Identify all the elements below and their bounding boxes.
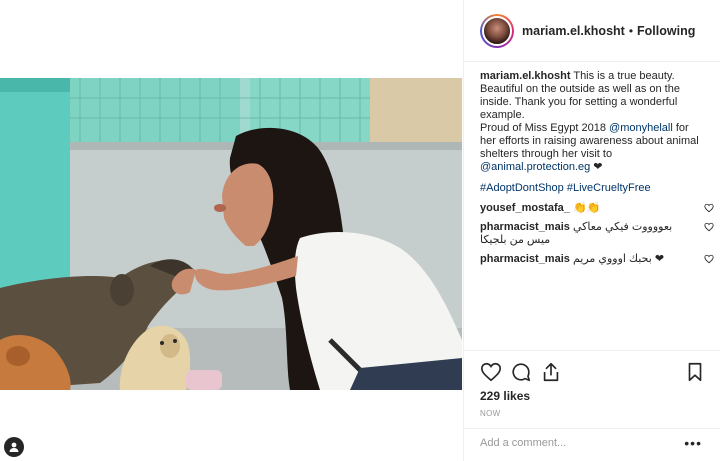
post-timestamp: NOW (480, 409, 501, 418)
comment-username[interactable]: pharmacist_mais (480, 221, 570, 233)
speech-bubble-icon[interactable] (510, 361, 532, 383)
caption-line2-prefix: Proud of Miss Egypt 2018 (480, 122, 606, 134)
add-comment-input[interactable]: Add a comment... (480, 437, 566, 449)
comment-item: yousef_mostafa_ 👏👏 (480, 202, 714, 215)
comment-text: 👏👏 (572, 202, 601, 214)
share-icon[interactable] (540, 361, 562, 383)
more-options-icon[interactable]: ••• (684, 435, 702, 451)
bookmark-icon[interactable] (684, 361, 706, 383)
hashtags: #AdoptDontShop #LiveCrueltyFree (480, 182, 706, 195)
comment-username[interactable]: yousef_mostafa_ (480, 202, 570, 214)
comment-like-icon[interactable] (704, 254, 714, 264)
person-tag-icon[interactable] (4, 437, 24, 457)
header-username[interactable]: mariam.el.khosht (522, 24, 625, 38)
post-footer: 229 likes NOW Add a comment... ••• (464, 350, 720, 451)
hashtag-livecrueltyfree[interactable]: #LiveCrueltyFree (567, 182, 651, 194)
following-button[interactable]: Following (637, 24, 695, 38)
comment-like-icon[interactable] (704, 222, 714, 232)
hashtag-adoptdontshop[interactable]: #AdoptDontShop (480, 182, 564, 194)
post-media-panel (0, 0, 462, 461)
post-caption: mariam.el.khosht This is a true beauty. … (480, 70, 706, 174)
caption-heart: ❤ (593, 161, 603, 173)
post-header: mariam.el.khosht • Following (464, 0, 720, 62)
mention-monyhelall[interactable]: @monyhelall (609, 122, 673, 134)
avatar[interactable] (482, 15, 512, 46)
header-separator: • (628, 23, 634, 38)
post-photo[interactable] (0, 78, 462, 390)
comment-username[interactable]: pharmacist_mais (480, 253, 570, 265)
post-side-panel: mariam.el.khosht • Following mariam.el.k… (464, 0, 720, 461)
comments-list: mariam.el.khosht This is a true beauty. … (480, 70, 714, 272)
add-comment-row: Add a comment... ••• (464, 428, 720, 461)
comment-item: pharmacist_mais بعووووت فيكي معاكي ميس م… (480, 221, 714, 247)
mention-animal-protection[interactable]: @animal.protection.eg (480, 161, 590, 173)
comment-like-icon[interactable] (704, 203, 714, 213)
caption-username[interactable]: mariam.el.khosht (480, 70, 570, 82)
comment-item: pharmacist_mais بحبك اوووي مريم ❤ (480, 253, 714, 266)
likes-count[interactable]: 229 likes (480, 389, 530, 403)
comment-text: بحبك اوووي مريم ❤ (572, 253, 665, 265)
action-bar (480, 361, 704, 385)
avatar-story-ring[interactable] (480, 13, 514, 48)
heart-outline-icon[interactable] (480, 361, 502, 383)
